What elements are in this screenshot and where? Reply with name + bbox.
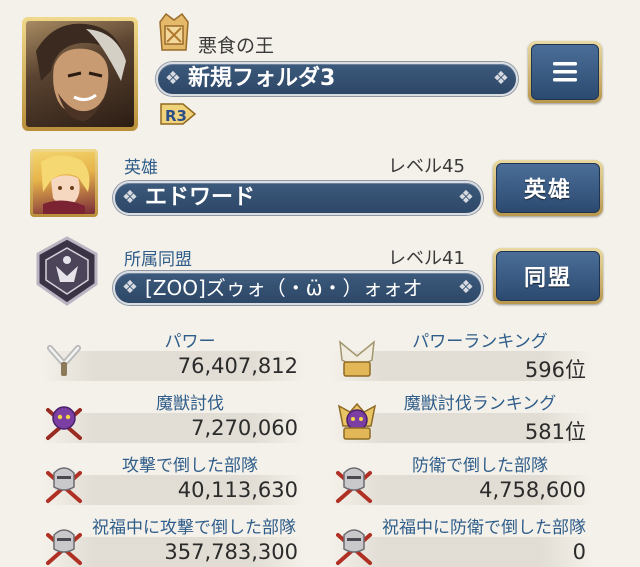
crossed-swords-icon	[44, 342, 84, 380]
purple-beast-icon	[44, 402, 84, 442]
beast-ranking-value: 581位	[524, 420, 586, 444]
knight-defense-icon	[334, 463, 374, 505]
portrait-art-icon	[36, 23, 126, 121]
blessed-defense-kills-value: 0	[572, 540, 586, 564]
blessed-attack-kills-value: 357,783,300	[164, 540, 298, 564]
alliance-level: レベル41	[388, 248, 465, 269]
hero-name: エドワード	[145, 185, 256, 210]
rank-badge-icon: R3	[159, 100, 197, 128]
menu-button[interactable]	[528, 41, 602, 103]
folder-name-bar[interactable]: ❖ 新規フォルダ3 ❖	[156, 62, 518, 96]
alliance-name: [ZOO]ズゥォ（・ω̈・）ォォオ	[145, 276, 423, 300]
gold-swords-crest-icon	[336, 338, 378, 380]
alliance-button-label: 同盟	[496, 251, 600, 301]
hero-name-bar[interactable]: ❖ エドワード ❖	[113, 181, 483, 215]
ornament-right-icon: ❖	[457, 187, 475, 208]
avatar-portrait	[26, 21, 134, 127]
power-ranking-value: 596位	[524, 358, 586, 382]
alliance-button[interactable]: 同盟	[493, 248, 603, 304]
defense-kills-value: 4,758,600	[479, 478, 586, 502]
ornament-left-icon: ❖	[164, 68, 182, 89]
knight-attack-icon	[44, 463, 84, 505]
player-avatar[interactable]	[22, 17, 138, 131]
alliance-name-bar[interactable]: ❖ [ZOO]ズゥォ（・ω̈・）ォォオ ❖	[113, 271, 483, 305]
alliance-emblem-icon[interactable]	[34, 236, 100, 306]
ornament-right-icon: ❖	[492, 68, 510, 89]
power-ranking-title: パワーランキング	[412, 332, 548, 352]
blessed-defense-kills-title: 祝福中に防衛で倒した部隊	[382, 518, 586, 538]
hero-button[interactable]: 英雄	[493, 160, 603, 216]
purple-beast-crest-icon	[336, 400, 378, 442]
attack-kills-title: 攻撃で倒した部隊	[122, 456, 258, 476]
ornament-left-icon: ❖	[121, 277, 139, 298]
hero-portrait[interactable]	[30, 149, 98, 217]
hamburger-menu-icon	[553, 62, 577, 82]
defense-kills-title: 防衛で倒した部隊	[412, 456, 548, 476]
knight-blessed-defense-icon	[334, 525, 374, 567]
power-title: パワー	[164, 332, 216, 352]
hero-level: レベル45	[388, 156, 465, 177]
beast-title: 魔獣討伐	[156, 394, 224, 414]
beast-value: 7,270,060	[191, 416, 298, 440]
hero-label: 英雄	[124, 158, 158, 178]
hero-portrait-art	[33, 152, 95, 214]
power-value: 76,407,812	[177, 354, 298, 378]
ornament-left-icon: ❖	[121, 187, 139, 208]
knight-blessed-attack-icon	[44, 525, 84, 567]
alliance-label: 所属同盟	[124, 250, 192, 270]
title-crest-icon	[156, 10, 192, 54]
player-title: 悪食の王	[198, 35, 275, 57]
blessed-attack-kills-title: 祝福中に攻撃で倒した部隊	[92, 518, 296, 538]
hero-button-label: 英雄	[496, 163, 600, 213]
attack-kills-value: 40,113,630	[177, 478, 298, 502]
beast-ranking-title: 魔獣討伐ランキング	[403, 394, 557, 414]
folder-name: 新規フォルダ3	[188, 66, 336, 91]
rank-badge-text: R3	[165, 107, 187, 125]
ornament-right-icon: ❖	[457, 277, 475, 298]
